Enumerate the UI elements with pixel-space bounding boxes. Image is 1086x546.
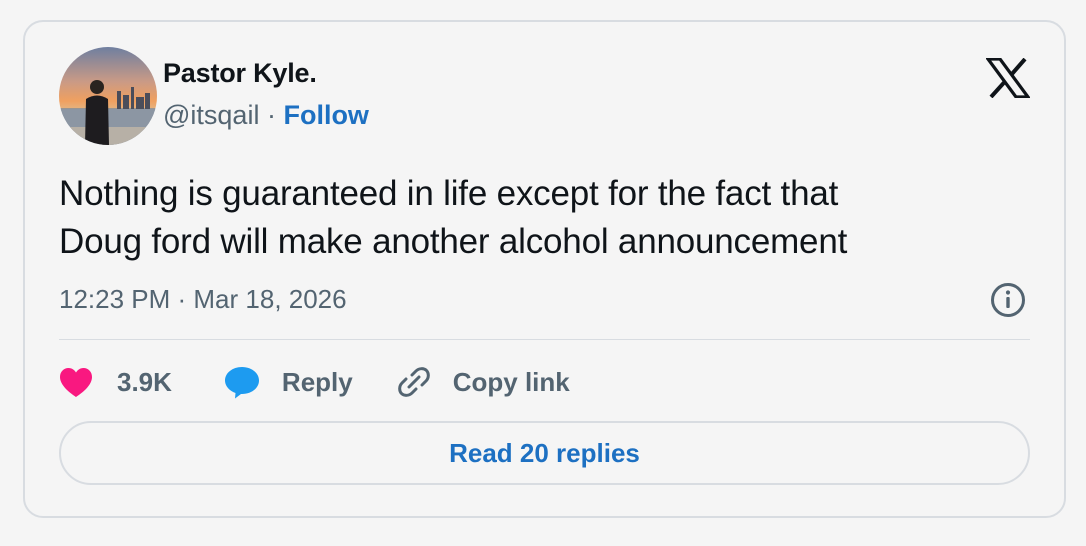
- read-replies-button[interactable]: Read 20 replies: [59, 421, 1030, 485]
- tweet-text-line-1: Nothing is guaranteed in life except for…: [59, 174, 839, 213]
- like-button[interactable]: 3.9K: [59, 367, 172, 398]
- x-logo-icon[interactable]: [984, 57, 1032, 99]
- follow-button[interactable]: Follow: [283, 100, 368, 130]
- action-bar: 3.9K Reply Copy link: [59, 360, 570, 404]
- tweet-text: Nothing is guaranteed in life except for…: [59, 170, 1019, 266]
- tweet-timestamp[interactable]: 12:23 PM · Mar 18, 2026: [59, 284, 347, 315]
- copy-link-button[interactable]: Copy link: [397, 365, 570, 399]
- author-display-name[interactable]: Pastor Kyle.: [163, 58, 317, 89]
- tweet-text-line-2: Doug ford will make another alcohol anno…: [59, 222, 848, 261]
- speech-bubble-icon: [224, 365, 260, 399]
- heart-icon: [59, 367, 93, 398]
- link-icon: [397, 365, 431, 399]
- handle-separator: ·: [259, 100, 284, 130]
- avatar[interactable]: [59, 47, 157, 145]
- reply-button[interactable]: Reply: [224, 365, 353, 399]
- tweet-card: Pastor Kyle. @itsqail · Follow Nothing i…: [23, 20, 1066, 518]
- divider: [59, 339, 1030, 340]
- author-handle[interactable]: @itsqail: [163, 100, 259, 130]
- author-handle-line: @itsqail · Follow: [163, 100, 369, 131]
- avatar-photo-icon: [59, 47, 157, 145]
- copy-link-label: Copy link: [452, 366, 570, 397]
- like-count: 3.9K: [117, 366, 172, 397]
- info-icon[interactable]: [990, 282, 1026, 318]
- reply-label: Reply: [281, 366, 353, 397]
